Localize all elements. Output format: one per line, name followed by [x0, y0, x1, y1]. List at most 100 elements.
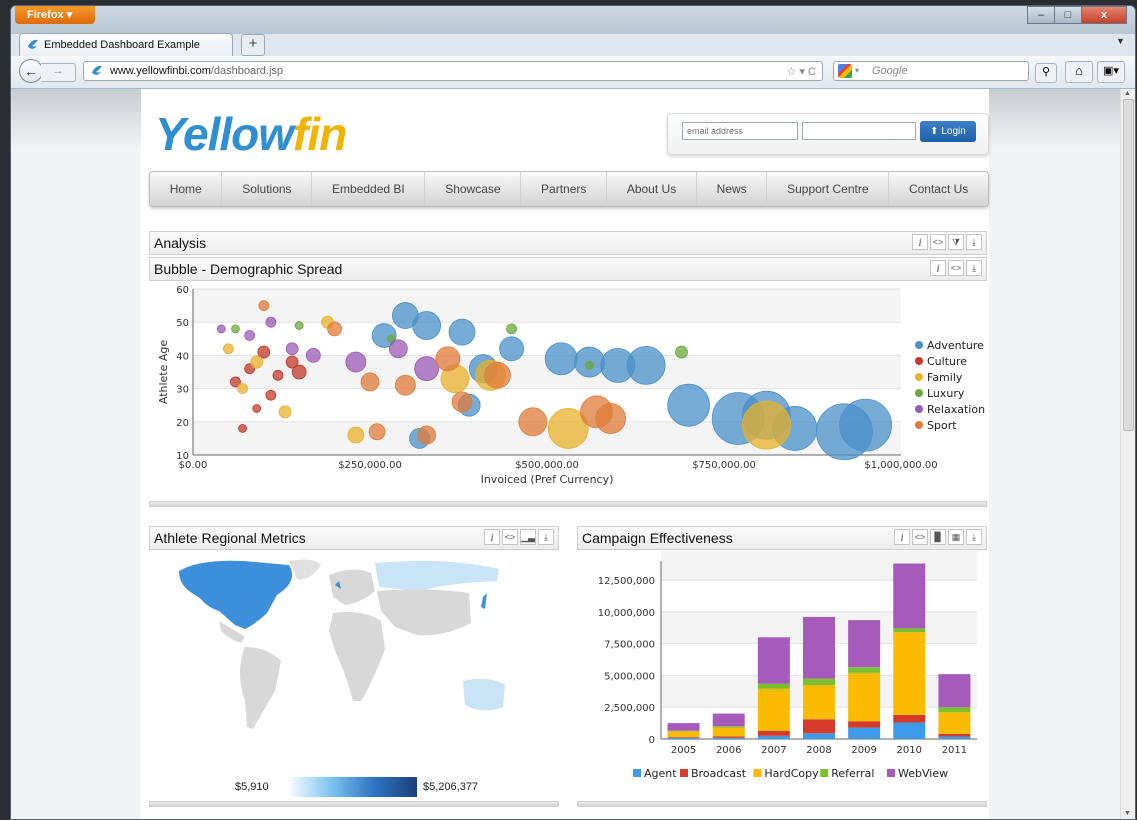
- download-icon[interactable]: ⤓: [538, 529, 554, 545]
- bubble-point: [451, 391, 473, 413]
- browser-tab[interactable]: Embedded Dashboard Example: [19, 33, 233, 57]
- legend-label: Sport: [927, 419, 957, 432]
- home-icon[interactable]: ⌂: [1065, 61, 1093, 83]
- code-icon[interactable]: <>: [912, 529, 928, 545]
- legend-marker: [633, 769, 641, 777]
- north-america-region[interactable]: [179, 560, 293, 629]
- bar-segment: [712, 737, 745, 739]
- filter-icon[interactable]: ⧩: [948, 234, 964, 250]
- bubble-point: [506, 323, 518, 335]
- map-min-label: $5,910: [235, 781, 269, 793]
- nav-partners[interactable]: Partners: [521, 172, 608, 206]
- nav-news[interactable]: News: [697, 172, 768, 206]
- nav-home[interactable]: Home: [150, 172, 223, 206]
- download-icon[interactable]: ⤓: [966, 529, 982, 545]
- firefox-menu-button[interactable]: Firefox ▾: [15, 6, 95, 24]
- legend-label: Agent: [644, 767, 677, 780]
- bubble-point: [305, 348, 321, 363]
- russia-region[interactable]: [375, 561, 499, 591]
- australia-region[interactable]: [463, 678, 505, 711]
- nav-contact-us[interactable]: Contact Us: [889, 172, 988, 206]
- url-bar[interactable]: www.yellowfinbi.com/dashboard.jsp ☆ ▾ C: [83, 61, 823, 81]
- close-button[interactable]: x: [1081, 6, 1127, 24]
- download-icon[interactable]: ⤓: [966, 234, 982, 250]
- bubble-point: [626, 345, 666, 385]
- search-bar[interactable]: ▾ Google: [833, 61, 1029, 81]
- new-tab-button[interactable]: +: [241, 34, 265, 56]
- grid-band: [193, 289, 901, 323]
- bubble-point: [272, 369, 284, 381]
- info-icon[interactable]: i: [930, 260, 946, 276]
- greenland-region[interactable]: [289, 559, 321, 580]
- search-icon[interactable]: ⚲: [1035, 63, 1057, 83]
- chart-toggle-icon[interactable]: ▁▃: [520, 529, 536, 545]
- email-field[interactable]: [682, 122, 798, 140]
- bar-segment: [938, 712, 971, 734]
- y-tick-label: 12,500,000: [598, 576, 655, 587]
- legend-marker: [915, 405, 923, 413]
- code-icon[interactable]: <>: [930, 234, 946, 250]
- minimize-button[interactable]: –: [1027, 6, 1055, 24]
- bar-segment: [938, 674, 971, 708]
- page-content: Yellowfin ⬆ Login Home Solutions Embedde…: [141, 89, 989, 819]
- yellowfin-logo[interactable]: Yellowfin: [155, 107, 347, 161]
- map-title: Athlete Regional Metrics: [154, 530, 306, 546]
- info-icon[interactable]: i: [912, 234, 928, 250]
- nav-about-us[interactable]: About Us: [607, 172, 697, 206]
- back-button[interactable]: ←: [19, 59, 43, 83]
- tab-list-icon[interactable]: ▼: [1116, 36, 1125, 46]
- map-gradient-legend: [287, 777, 417, 797]
- info-icon[interactable]: i: [484, 529, 500, 545]
- legend-label: HardCopy: [764, 767, 819, 780]
- scroll-up-icon[interactable]: ▲: [1124, 90, 1131, 97]
- analysis-title: Analysis: [154, 235, 207, 251]
- bubble-point: [238, 424, 247, 433]
- chart-toggle-icon[interactable]: ▉: [930, 529, 946, 545]
- code-icon[interactable]: <>: [502, 529, 518, 545]
- y-tick-label: 60: [176, 285, 189, 296]
- africa-region[interactable]: [329, 612, 385, 701]
- legend-label: Referral: [831, 767, 874, 780]
- y-tick-label: 40: [176, 351, 189, 362]
- title-bar: Firefox ▾ – □ x: [11, 6, 1135, 34]
- nav-support-centre[interactable]: Support Centre: [767, 172, 890, 206]
- url-domain: www.yellowfinbi.com: [110, 65, 211, 77]
- login-box: ⬆ Login: [667, 113, 989, 155]
- url-path: /dashboard.jsp: [210, 65, 284, 77]
- login-button[interactable]: ⬆ Login: [920, 121, 976, 142]
- bubble-point: [839, 398, 892, 452]
- bubble-point: [244, 330, 256, 341]
- bookmark-star-icon[interactable]: ☆ ▾ C: [787, 63, 816, 81]
- nav-showcase[interactable]: Showcase: [425, 172, 522, 206]
- bar-segment: [712, 713, 745, 727]
- code-icon[interactable]: <>: [948, 260, 964, 276]
- x-axis-label: Invoiced (Pref Currency): [481, 473, 614, 486]
- password-field[interactable]: [802, 122, 916, 140]
- bar-segment: [893, 628, 926, 633]
- bar-segment: [757, 683, 790, 689]
- nav-solutions[interactable]: Solutions: [222, 172, 313, 206]
- forward-button[interactable]: →: [41, 63, 76, 82]
- nav-embedded-bi[interactable]: Embedded BI: [312, 172, 426, 206]
- japan-region[interactable]: [481, 593, 487, 609]
- bubble-point: [258, 300, 270, 312]
- europe-region[interactable]: [329, 569, 375, 605]
- info-icon[interactable]: i: [894, 529, 910, 545]
- asia-region[interactable]: [377, 589, 471, 636]
- bubble-point: [742, 400, 791, 450]
- addon-icon[interactable]: ▣▾: [1097, 61, 1125, 83]
- table-toggle-icon[interactable]: ▦: [948, 529, 964, 545]
- scroll-down-icon[interactable]: ▼: [1124, 810, 1131, 817]
- bar-segment: [893, 563, 926, 629]
- y-tick-label: 10,000,000: [598, 608, 655, 619]
- scrollbar-thumb[interactable]: [1123, 99, 1134, 431]
- x-tick-label: 2009: [851, 745, 876, 756]
- download-icon[interactable]: ⤓: [966, 260, 982, 276]
- bar-segment: [803, 616, 835, 679]
- maximize-button[interactable]: □: [1054, 6, 1082, 24]
- south-america-region[interactable]: [240, 647, 281, 729]
- vertical-scrollbar[interactable]: ▲ ▼: [1120, 89, 1135, 819]
- analysis-header: Analysis i <> ⧩ ⤓: [149, 231, 987, 255]
- bubble-point: [360, 372, 380, 392]
- bar-segment: [667, 731, 700, 738]
